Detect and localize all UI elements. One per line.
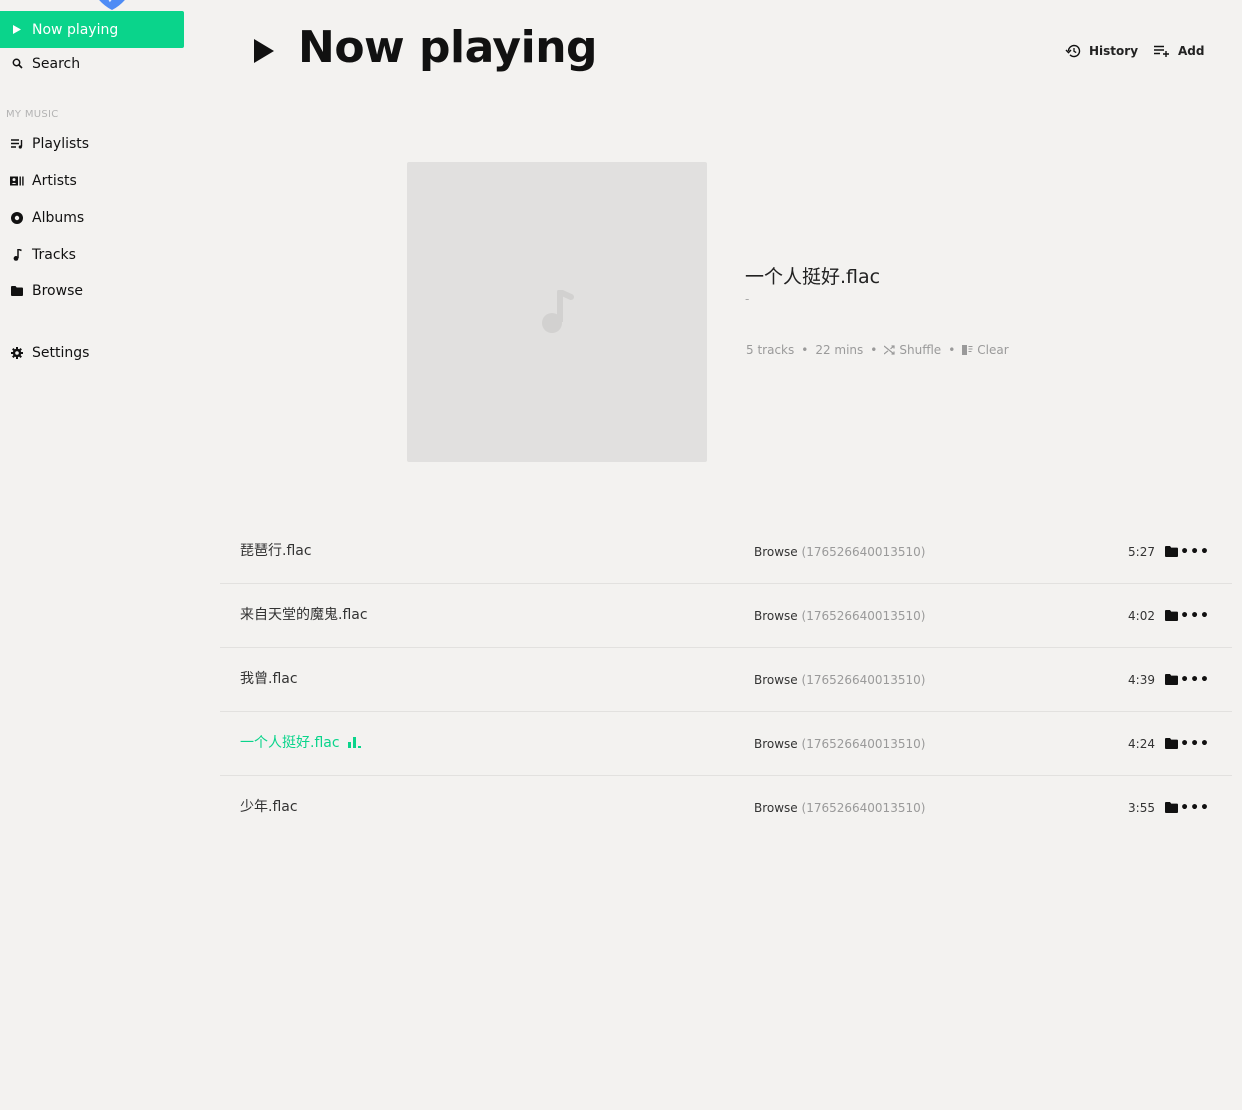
folder-icon[interactable]: [1165, 610, 1178, 621]
track-source-label: Browse: [754, 737, 798, 751]
sidebar-item-playlists[interactable]: Playlists: [0, 125, 184, 162]
more-icon[interactable]: •••: [1180, 736, 1210, 752]
more-icon[interactable]: •••: [1180, 800, 1210, 816]
track-source-label: Browse: [754, 609, 798, 623]
logo-badge: [99, 0, 125, 10]
sidebar-item-label: Search: [32, 55, 81, 72]
track-title: 琵琶行.flac: [240, 543, 312, 559]
track-row[interactable]: 少年.flac Browse (176526640013510) 3:55 ••…: [220, 776, 1232, 840]
gear-icon: [10, 346, 24, 360]
track-title: 一个人挺好.flac: [240, 735, 340, 751]
sidebar-item-artists[interactable]: Artists: [0, 162, 184, 199]
sidebar-item-settings[interactable]: Settings: [0, 334, 184, 371]
playlist-icon: [10, 137, 24, 151]
equalizer-icon: [347, 736, 363, 748]
shuffle-button[interactable]: Shuffle: [884, 343, 941, 357]
search-icon: [10, 57, 24, 71]
track-source-detail: (176526640013510): [801, 545, 926, 559]
add-label: Add: [1178, 44, 1205, 58]
history-icon: [1065, 44, 1081, 58]
more-icon[interactable]: •••: [1180, 544, 1210, 560]
track-name: 来自天堂的魔鬼.flac: [240, 604, 368, 624]
track-source[interactable]: Browse (176526640013510): [754, 545, 925, 559]
sidebar-item-label: Playlists: [32, 135, 90, 152]
track-title: 少年.flac: [240, 799, 298, 815]
shuffle-icon: [884, 345, 895, 355]
track-source-detail: (176526640013510): [801, 801, 926, 815]
track-duration: 4:02: [1128, 609, 1155, 623]
track-duration: 4:24: [1128, 737, 1155, 751]
folder-icon[interactable]: [1165, 674, 1178, 685]
track-duration: 4:39: [1128, 673, 1155, 687]
track-source-detail: (176526640013510): [801, 737, 926, 751]
track-name: 琵琶行.flac: [240, 540, 312, 560]
folder-icon[interactable]: [1165, 738, 1178, 749]
more-icon[interactable]: •••: [1180, 608, 1210, 624]
track-row-playing[interactable]: 一个人挺好.flac Browse (176526640013510) 4:24…: [220, 712, 1232, 776]
track-source[interactable]: Browse (176526640013510): [754, 801, 925, 815]
history-label: History: [1089, 44, 1139, 58]
page-title: Now playing: [298, 22, 598, 73]
add-to-queue-icon: [1154, 45, 1169, 57]
artist-icon: [10, 174, 24, 188]
clear-button[interactable]: Clear: [962, 343, 1009, 357]
track-duration: 5:27: [1128, 545, 1155, 559]
track-source-detail: (176526640013510): [801, 609, 926, 623]
music-note-icon: [542, 290, 574, 333]
track-name: 我曾.flac: [240, 668, 298, 688]
now-playing-title: 一个人挺好.flac: [745, 266, 881, 288]
track-source[interactable]: Browse (176526640013510): [754, 737, 925, 751]
now-playing-meta: 5 tracks • 22 mins • Shuffle • Clear: [746, 343, 1009, 357]
sidebar-item-tracks[interactable]: Tracks: [0, 236, 184, 273]
tracks-count: 5 tracks: [746, 343, 795, 357]
track-title: 来自天堂的魔鬼.flac: [240, 607, 368, 623]
track-source-label: Browse: [754, 801, 798, 815]
folder-icon: [10, 284, 24, 298]
track-source-label: Browse: [754, 673, 798, 687]
play-icon: [10, 23, 24, 37]
track-source-label: Browse: [754, 545, 798, 559]
history-button[interactable]: History: [1065, 42, 1138, 60]
section-label-my-music: MY MUSIC: [6, 109, 59, 120]
clear-label: Clear: [977, 343, 1009, 357]
track-source[interactable]: Browse (176526640013510): [754, 609, 925, 623]
track-row[interactable]: 琵琶行.flac Browse (176526640013510) 5:27 •…: [220, 520, 1232, 584]
separator-dot: •: [948, 343, 956, 357]
track-row[interactable]: 我曾.flac Browse (176526640013510) 4:39 ••…: [220, 648, 1232, 712]
track-name: 一个人挺好.flac: [240, 732, 363, 752]
music-note-icon: [10, 248, 24, 262]
separator-dot: •: [870, 343, 878, 357]
shuffle-label: Shuffle: [899, 343, 942, 357]
sidebar-item-search[interactable]: Search: [0, 45, 184, 82]
sidebar-item-label: Tracks: [32, 246, 76, 263]
sidebar-item-label: Now playing: [32, 21, 119, 38]
sidebar-item-albums[interactable]: Albums: [0, 199, 184, 236]
sidebar-item-browse[interactable]: Browse: [0, 272, 184, 309]
folder-icon[interactable]: [1165, 546, 1178, 557]
clear-queue-icon: [962, 345, 973, 355]
album-icon: [10, 211, 24, 225]
separator-dot: •: [801, 343, 809, 357]
sidebar-item-label: Browse: [32, 282, 83, 299]
track-name: 少年.flac: [240, 796, 298, 816]
sidebar-item-label: Artists: [32, 172, 77, 189]
sidebar-item-label: Albums: [32, 209, 85, 226]
track-list: 琵琶行.flac Browse (176526640013510) 5:27 •…: [220, 520, 1232, 840]
folder-icon[interactable]: [1165, 802, 1178, 813]
track-row[interactable]: 来自天堂的魔鬼.flac Browse (176526640013510) 4:…: [220, 584, 1232, 648]
total-duration: 22 mins: [815, 343, 864, 357]
album-art-placeholder: [407, 162, 707, 462]
play-icon[interactable]: [252, 38, 276, 64]
track-duration: 3:55: [1128, 801, 1155, 815]
track-source-detail: (176526640013510): [801, 673, 926, 687]
now-playing-artist: -: [745, 292, 750, 306]
sidebar: Now playing Search MY MUSIC Playlists Ar…: [0, 0, 184, 1110]
more-icon[interactable]: •••: [1180, 672, 1210, 688]
track-source[interactable]: Browse (176526640013510): [754, 673, 925, 687]
sidebar-item-label: Settings: [32, 344, 90, 361]
track-title: 我曾.flac: [240, 671, 298, 687]
add-button[interactable]: Add: [1154, 42, 1204, 60]
